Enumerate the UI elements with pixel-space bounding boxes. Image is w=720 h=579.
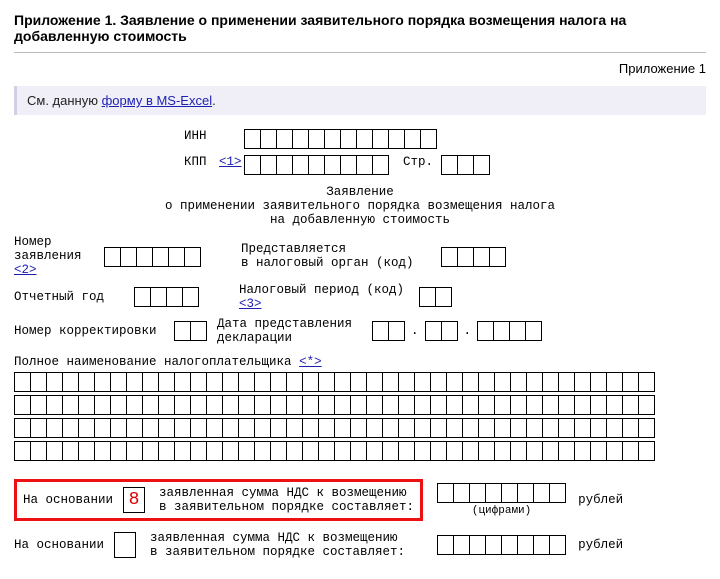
basis-label-2: На основании — [14, 538, 104, 552]
period-footnote[interactable]: <3> — [239, 297, 262, 311]
inn-label: ИНН — [184, 129, 244, 143]
year-label: Отчетный год — [14, 290, 134, 304]
appendix-label: Приложение 1 — [14, 61, 706, 76]
note-prefix: См. данную — [27, 93, 102, 108]
amount-cells-1[interactable] — [437, 483, 566, 503]
decl-date-year[interactable] — [477, 321, 542, 341]
page-title: Приложение 1. Заявление о применении зая… — [14, 12, 706, 44]
tax-authority-cells[interactable] — [441, 247, 506, 267]
payer-name-row4[interactable] — [14, 441, 706, 461]
year-cells[interactable] — [134, 287, 199, 307]
ms-excel-link[interactable]: форму в MS-Excel — [102, 93, 213, 108]
decl-date-label1: Дата представления — [217, 317, 372, 331]
basis-label: На основании — [23, 493, 113, 507]
basis-value-cell-2[interactable] — [114, 532, 136, 558]
digits-label: (цифрами) — [472, 505, 531, 517]
kpp-footnote-link[interactable]: <1> — [219, 155, 244, 169]
inn-cells[interactable] — [244, 129, 437, 149]
payer-name-row2[interactable] — [14, 395, 706, 415]
decl-date-label2: декларации — [217, 331, 372, 345]
basis-text2-r2: в заявительном порядке составляет: — [150, 545, 405, 559]
amount-cells-2[interactable] — [437, 535, 566, 555]
presented-label1: Представляется — [241, 242, 441, 256]
basis-text2: в заявительном порядке составляет: — [159, 500, 414, 514]
kpp-label: КПП — [184, 155, 219, 169]
payer-name-row3[interactable] — [14, 418, 706, 438]
payer-label: Полное наименование налогоплательщика — [14, 355, 292, 369]
form-title: Заявление о применении заявительного пор… — [14, 185, 706, 227]
app-number-cells[interactable] — [104, 247, 201, 267]
rub-label: рублей — [578, 493, 623, 507]
page-label: Стр. — [401, 155, 441, 169]
payer-footnote[interactable]: <*> — [299, 355, 322, 369]
decl-date-day[interactable] — [372, 321, 405, 341]
period-cells[interactable] — [419, 287, 452, 307]
app-number-label2: заявления — [14, 249, 82, 263]
note-suffix: . — [212, 93, 216, 108]
date-sep: . — [458, 324, 478, 338]
highlighted-basis-row: На основании 8 заявленная сумма НДС к во… — [14, 479, 423, 521]
correction-cells[interactable] — [174, 321, 207, 341]
basis-value-cell[interactable]: 8 — [123, 487, 145, 513]
payer-name-row1[interactable] — [14, 372, 706, 392]
kpp-cells[interactable] — [244, 155, 389, 175]
decl-date-month[interactable] — [425, 321, 458, 341]
basis-text1-r2: заявленная сумма НДС к возмещению — [150, 531, 405, 545]
date-sep: . — [405, 324, 425, 338]
divider — [14, 52, 706, 53]
rub-label-2: рублей — [578, 538, 623, 552]
page-cells[interactable] — [441, 155, 490, 175]
period-label: Налоговый период (код) — [239, 283, 404, 297]
presented-label2: в налоговый орган (код) — [241, 256, 441, 270]
app-number-footnote[interactable]: <2> — [14, 263, 37, 277]
correction-label: Номер корректировки — [14, 324, 174, 338]
basis-text1: заявленная сумма НДС к возмещению — [159, 486, 414, 500]
ms-excel-note: См. данную форму в MS-Excel. — [14, 86, 706, 115]
app-number-label1: Номер — [14, 235, 104, 249]
